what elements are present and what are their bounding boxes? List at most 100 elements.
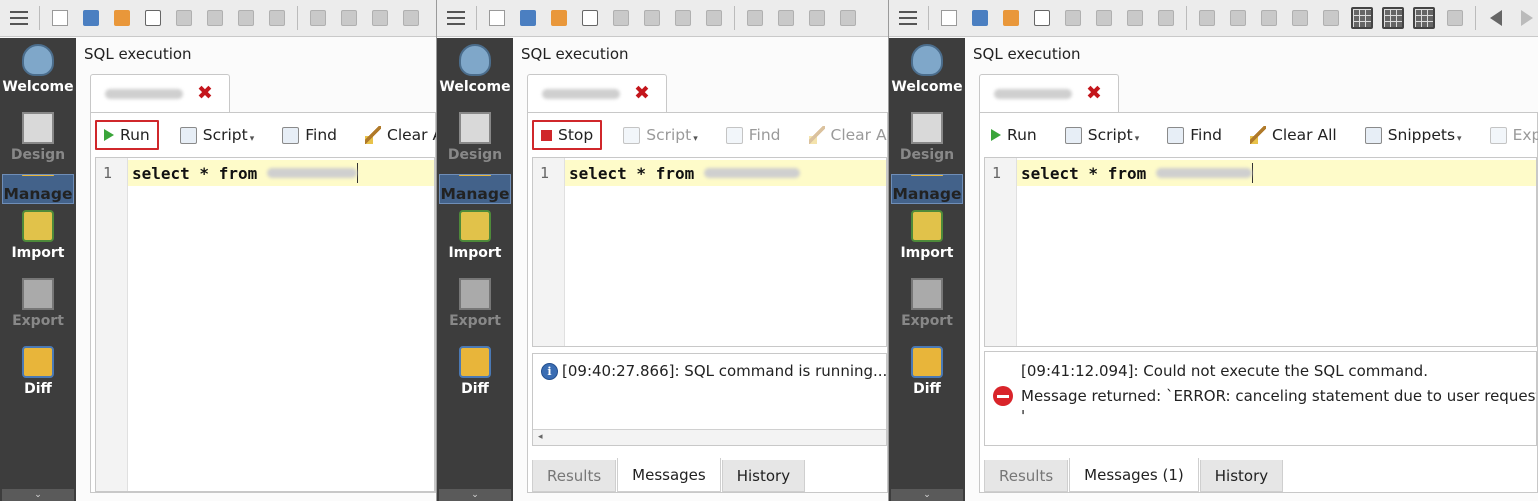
code-line[interactable]: select * from [565, 160, 886, 186]
sidebar-item-export[interactable]: Export [0, 272, 76, 340]
new-file-icon[interactable] [47, 5, 73, 31]
zoom-out-icon[interactable] [336, 5, 362, 31]
import-icon[interactable] [1153, 5, 1179, 31]
grid-fit-icon[interactable] [1411, 5, 1437, 31]
save-icon[interactable] [202, 5, 228, 31]
sql-editor[interactable]: 1 select * from [984, 157, 1537, 347]
clear-all-button[interactable]: Clear All [358, 120, 436, 150]
sidebar-item-import[interactable]: Import [889, 204, 965, 272]
sidebar-item-design[interactable]: Design [437, 106, 513, 174]
clear-all-button[interactable]: Clear All [802, 120, 888, 150]
find-button[interactable]: Find [719, 120, 788, 150]
new-file-icon[interactable] [936, 5, 962, 31]
arrow-right-icon[interactable] [1514, 5, 1538, 31]
save-icon[interactable] [1091, 5, 1117, 31]
tab-results[interactable]: Results [532, 460, 617, 492]
sql-document-tab[interactable]: ✖ [527, 74, 667, 112]
sidebar-item-welcome[interactable]: Welcome [889, 38, 965, 106]
open-recent-icon[interactable] [998, 5, 1024, 31]
sidebar-item-diff[interactable]: Diff [889, 340, 965, 408]
sql-editor[interactable]: 1 select * from [95, 157, 435, 492]
tab-history[interactable]: History [721, 460, 806, 492]
zoom-out-icon[interactable] [773, 5, 799, 31]
zoom-reset-icon[interactable] [367, 5, 393, 31]
find-button[interactable]: Find [1160, 120, 1229, 150]
script-button[interactable]: Script ▾ [173, 120, 262, 150]
sidebar-collapse-button[interactable]: ⌄ [891, 489, 963, 501]
sidebar-item-export[interactable]: Export [437, 272, 513, 340]
sidebar-item-design[interactable]: Design [889, 106, 965, 174]
open-folder-icon[interactable] [967, 5, 993, 31]
close-tab-icon[interactable]: ✖ [634, 84, 650, 103]
import-icon[interactable] [701, 5, 727, 31]
sidebar-item-welcome[interactable]: Welcome [0, 38, 76, 106]
tree-icon[interactable] [1318, 5, 1344, 31]
settings-icon[interactable] [398, 5, 424, 31]
connect-icon[interactable] [608, 5, 634, 31]
zoom-reset-icon[interactable] [1256, 5, 1282, 31]
close-tab-icon[interactable]: ✖ [197, 84, 213, 103]
menu-icon[interactable] [443, 5, 469, 31]
script-button[interactable]: Script ▾ [1058, 120, 1147, 150]
tab-messages[interactable]: Messages (1) [1069, 458, 1199, 492]
import-icon[interactable] [264, 5, 290, 31]
grid-icon[interactable] [1349, 5, 1375, 31]
grid-alt-icon[interactable] [1380, 5, 1406, 31]
stop-button[interactable]: Stop [532, 120, 603, 150]
edit-icon[interactable] [577, 5, 603, 31]
menu-icon[interactable] [895, 5, 921, 31]
clear-all-button[interactable]: Clear All [1243, 120, 1344, 150]
connect-icon[interactable] [1060, 5, 1086, 31]
sidebar-item-export[interactable]: Export [889, 272, 965, 340]
sidebar-item-import[interactable]: Import [437, 204, 513, 272]
tab-history[interactable]: History [1199, 460, 1284, 492]
new-file-icon[interactable] [484, 5, 510, 31]
zoom-in-icon[interactable] [305, 5, 331, 31]
zoom-out-icon[interactable] [1225, 5, 1251, 31]
sidebar-item-diff[interactable]: Diff [437, 340, 513, 408]
sidebar-item-design[interactable]: Design [0, 106, 76, 174]
edit-icon[interactable] [140, 5, 166, 31]
snippets-button[interactable]: Snippets ▾ [1358, 120, 1469, 150]
open-folder-icon[interactable] [78, 5, 104, 31]
open-recent-icon[interactable] [546, 5, 572, 31]
sidebar-item-welcome[interactable]: Welcome [437, 38, 513, 106]
sidebar-item-manage[interactable]: Manage [439, 174, 511, 204]
sql-document-tab[interactable]: ✖ [90, 74, 230, 112]
run-button[interactable]: Run [95, 120, 159, 150]
open-recent-icon[interactable] [109, 5, 135, 31]
tab-messages[interactable]: Messages [617, 458, 721, 492]
close-tab-icon[interactable]: ✖ [1086, 84, 1102, 103]
zoom-reset-icon[interactable] [804, 5, 830, 31]
sql-editor[interactable]: 1 select * from [532, 157, 887, 347]
zoom-in-icon[interactable] [742, 5, 768, 31]
sidebar-item-import[interactable]: Import [0, 204, 76, 272]
edit-icon[interactable] [1029, 5, 1055, 31]
connect-icon[interactable] [171, 5, 197, 31]
save-as-icon[interactable] [233, 5, 259, 31]
menu-icon[interactable] [6, 5, 32, 31]
sidebar-item-manage[interactable]: Manage [2, 174, 74, 204]
script-button[interactable]: Script ▾ [616, 120, 705, 150]
run-button[interactable]: Run [984, 120, 1044, 150]
code-line[interactable]: select * from [128, 160, 434, 186]
export-button[interactable]: Export [1483, 120, 1538, 150]
sidebar-item-manage[interactable]: Manage [891, 174, 963, 204]
tab-results[interactable]: Results [984, 460, 1069, 492]
save-as-icon[interactable] [670, 5, 696, 31]
arrow-left-icon[interactable] [1483, 5, 1509, 31]
sidebar-collapse-button[interactable]: ⌄ [439, 489, 511, 501]
code-line[interactable]: select * from [1017, 160, 1536, 186]
sidebar-collapse-button[interactable]: ⌄ [2, 489, 74, 501]
save-as-icon[interactable] [1122, 5, 1148, 31]
settings-icon[interactable] [835, 5, 861, 31]
horizontal-scrollbar[interactable]: ◂ [533, 429, 886, 445]
open-folder-icon[interactable] [515, 5, 541, 31]
settings-icon[interactable] [1287, 5, 1313, 31]
save-icon[interactable] [639, 5, 665, 31]
sql-document-tab[interactable]: ✖ [979, 74, 1119, 112]
find-button[interactable]: Find [275, 120, 344, 150]
align-icon[interactable] [1442, 5, 1468, 31]
sidebar-item-diff[interactable]: Diff [0, 340, 76, 408]
zoom-in-icon[interactable] [1194, 5, 1220, 31]
